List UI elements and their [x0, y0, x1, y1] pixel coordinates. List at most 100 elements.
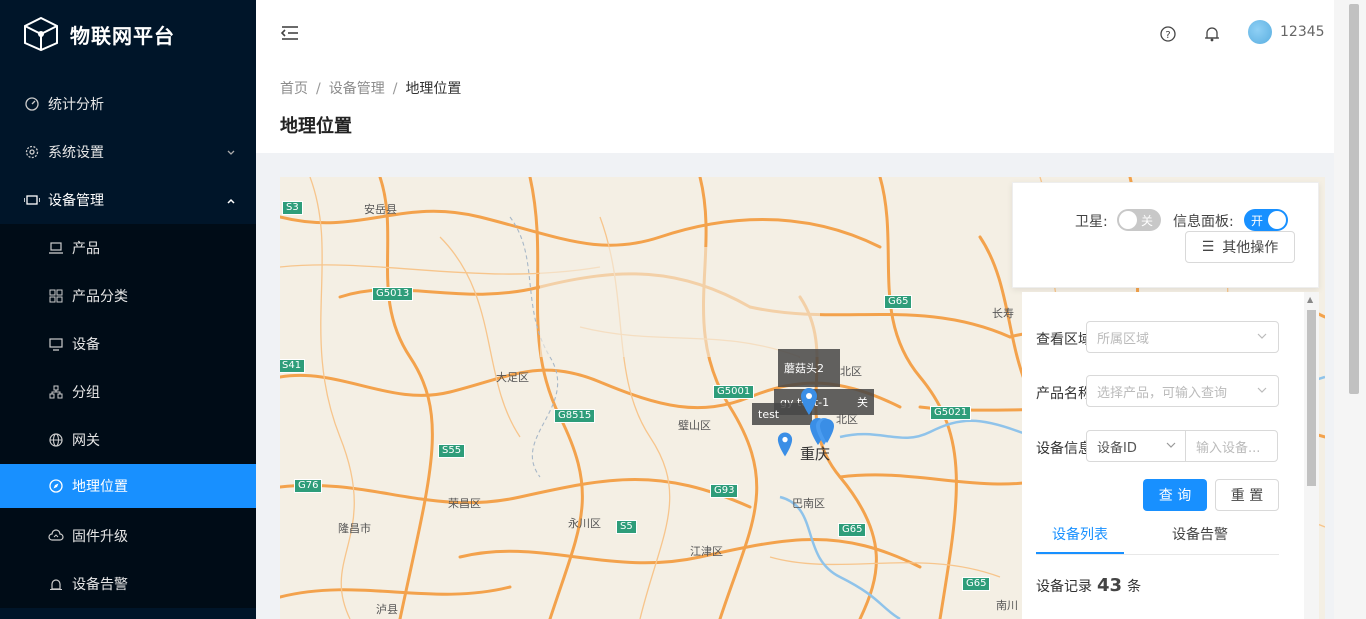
laptop-icon — [48, 240, 64, 256]
sidebar-item-product-category[interactable]: 产品分类 — [0, 272, 256, 320]
chevron-down-icon — [1256, 384, 1268, 400]
sidebar-item-label: 网关 — [72, 433, 100, 449]
road-badge: S5 — [616, 520, 637, 534]
map-control-panel: 卫星: 关 信息面板: 开 ☰ 其他操作 — [1012, 182, 1319, 288]
cloud-upload-icon — [48, 528, 64, 544]
place-label: 北区 — [840, 365, 862, 378]
toggle-state: 关 — [1141, 214, 1154, 228]
sidebar-item-device[interactable]: 设备 — [0, 320, 256, 368]
product-label: 产品名称 — [1036, 386, 1088, 402]
app-title: 物联网平台 — [70, 23, 175, 48]
area-select[interactable]: 所属区域 — [1086, 321, 1279, 353]
other-ops-button[interactable]: ☰ 其他操作 — [1185, 231, 1295, 263]
toggle-knob — [1119, 211, 1137, 229]
scroll-up-arrow-icon[interactable]: ▲ — [1307, 295, 1313, 304]
place-label: 安岳县 — [364, 203, 397, 216]
sidebar-item-alarm[interactable]: 设备告警 — [0, 560, 256, 608]
info-panel-toggle[interactable]: 开 — [1244, 209, 1288, 231]
satellite-toggle[interactable]: 关 — [1117, 209, 1161, 231]
toggle-knob — [1268, 211, 1286, 229]
device-select-value: 设备ID — [1097, 440, 1137, 456]
help-icon[interactable]: ? — [1160, 26, 1176, 46]
breadcrumb-home[interactable]: 首页 — [280, 81, 308, 97]
cube-logo-icon — [24, 16, 58, 52]
sidebar-item-product[interactable]: 产品 — [0, 224, 256, 272]
toggle-state: 开 — [1251, 214, 1264, 228]
sidebar-item-device-manage[interactable]: 设备管理 — [0, 176, 256, 224]
sidebar-item-group[interactable]: 分组 — [0, 368, 256, 416]
sidebar-item-label: 产品分类 — [72, 289, 128, 305]
device-type-select[interactable]: 设备ID — [1086, 430, 1186, 462]
road-badge: G5021 — [930, 406, 972, 420]
avatar[interactable] — [1248, 20, 1272, 44]
chevron-down-icon — [1256, 330, 1268, 346]
tab-device-alarm[interactable]: 设备告警 — [1156, 520, 1244, 554]
chevron-down-icon — [226, 146, 236, 162]
breadcrumb-section[interactable]: 设备管理 — [329, 81, 385, 97]
scrollbar-thumb[interactable] — [1307, 310, 1316, 486]
marker-popup[interactable]: 蘑菇头2 — [778, 349, 840, 387]
road-badge: S41 — [280, 359, 306, 373]
place-label: 泸县 — [376, 603, 398, 616]
satellite-label: 卫星: — [1075, 214, 1108, 230]
place-label: 长寿 — [992, 307, 1014, 320]
road-badge: G93 — [710, 484, 739, 498]
info-panel-scrollbar[interactable]: ▲ — [1304, 292, 1319, 619]
road-badge: G65 — [838, 523, 867, 537]
road-badge: G65 — [962, 577, 991, 591]
gear-icon — [24, 144, 40, 160]
marker-label: 蘑菇头2 — [784, 362, 824, 375]
place-label: 大足区 — [496, 371, 529, 384]
other-ops-label: 其他操作 — [1222, 240, 1279, 256]
menu-fold-icon[interactable] — [280, 25, 300, 45]
svg-text:?: ? — [1165, 30, 1170, 41]
device-search-input[interactable]: 输入设备... — [1185, 430, 1278, 462]
scrollbar-thumb[interactable] — [1349, 4, 1359, 394]
page-scrollbar[interactable] — [1334, 0, 1366, 619]
road-badge: G76 — [294, 479, 323, 493]
sidebar-item-label: 地理位置 — [72, 479, 128, 495]
road-badge: S3 — [282, 201, 303, 215]
desktop-icon — [48, 336, 64, 352]
map-pin-icon[interactable] — [800, 387, 818, 415]
appstore-icon — [48, 288, 64, 304]
marker-label: test — [758, 407, 780, 421]
place-label: 璧山区 — [678, 419, 711, 432]
query-button[interactable]: 查 询 — [1143, 479, 1207, 511]
info-panel: 查看区域 所属区域 产品名称 选择产品，可输入查询 设备信息 设备ID 输入设备… — [1022, 292, 1304, 619]
device-label: 设备信息 — [1036, 441, 1088, 457]
alarm-icon — [48, 576, 64, 592]
logo[interactable]: 物联网平台 — [22, 14, 175, 54]
sidebar-item-gateway[interactable]: 网关 — [0, 416, 256, 464]
record-prefix: 设备记录 — [1036, 579, 1092, 595]
sidebar-item-stats[interactable]: 统计分析 — [0, 80, 256, 128]
marker-label: 关 — [857, 396, 868, 409]
page-title: 地理位置 — [280, 116, 352, 137]
sidebar-item-label: 设备告警 — [72, 577, 128, 593]
chevron-down-icon — [1165, 439, 1177, 455]
map-pin-icon[interactable] — [777, 431, 793, 457]
product-select[interactable]: 选择产品，可输入查询 — [1086, 375, 1279, 407]
breadcrumb: 首页 / 设备管理 / 地理位置 — [280, 78, 461, 98]
tab-device-list[interactable]: 设备列表 — [1036, 520, 1124, 554]
breadcrumb-separator: / — [392, 81, 398, 97]
place-label: 江津区 — [690, 545, 723, 558]
page-header: 首页 / 设备管理 / 地理位置 地理位置 — [256, 64, 1334, 153]
sidebar-item-settings[interactable]: 系统设置 — [0, 128, 256, 176]
place-label: 南川 — [996, 599, 1018, 612]
reset-button[interactable]: 重 置 — [1215, 479, 1279, 511]
road-badge: G65 — [884, 295, 913, 309]
breadcrumb-separator: / — [316, 81, 321, 97]
road-badge: G8515 — [554, 409, 596, 423]
road-badge: G5013 — [372, 287, 414, 301]
map-pin-cluster-icon[interactable] — [808, 415, 836, 447]
road-badge: G5001 — [713, 385, 755, 399]
breadcrumb-current: 地理位置 — [405, 81, 462, 97]
sidebar-item-label: 统计分析 — [48, 97, 104, 113]
area-label: 查看区域 — [1036, 332, 1088, 348]
sidebar-item-label: 系统设置 — [48, 145, 104, 161]
sidebar-item-geo-location[interactable]: 地理位置 — [0, 464, 256, 508]
username[interactable]: 12345 — [1280, 24, 1325, 40]
bell-icon[interactable] — [1204, 25, 1220, 46]
sidebar-item-firmware[interactable]: 固件升级 — [0, 512, 256, 560]
